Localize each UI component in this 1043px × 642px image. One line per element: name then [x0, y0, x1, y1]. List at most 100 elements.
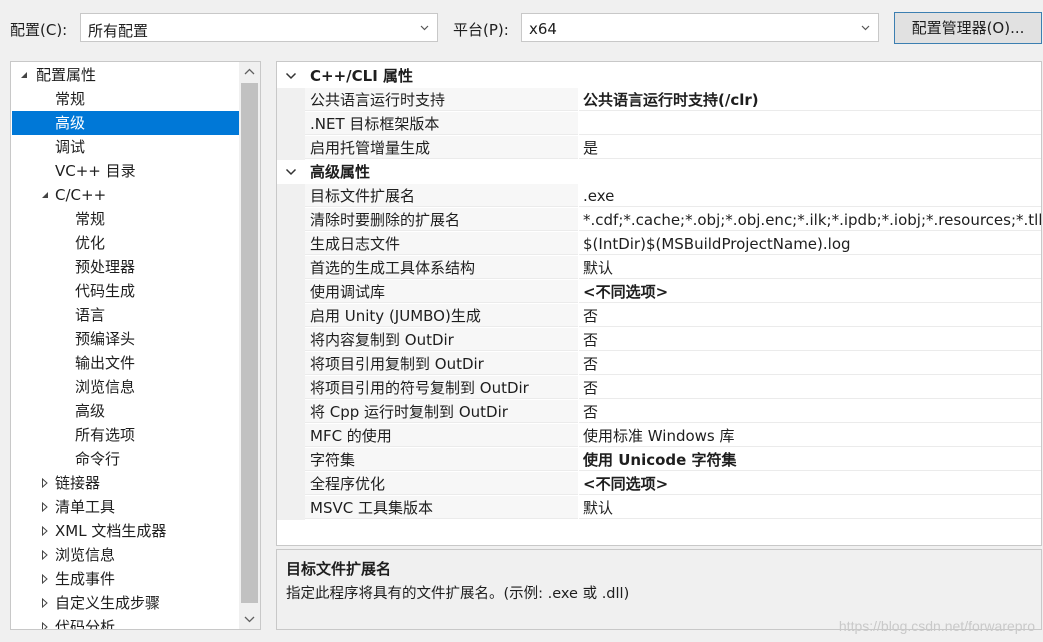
property-value[interactable]: [579, 112, 1041, 135]
tree-item[interactable]: 调试: [12, 135, 239, 159]
collapsed-arrow-icon[interactable]: [39, 591, 51, 615]
property-value[interactable]: 使用 Unicode 字符集: [579, 448, 1041, 471]
collapsed-arrow-icon[interactable]: [39, 495, 51, 519]
property-tree: 配置属性 常规 高级 调试 VC++ 目录 C/C++ 常规 优化 预处理器 代码生成 语言 预编译头…: [10, 61, 261, 630]
tree-item[interactable]: 配置属性: [12, 63, 239, 87]
tree-item[interactable]: 浏览信息: [12, 375, 239, 399]
row-gutter: [277, 448, 305, 472]
tree-item[interactable]: 常规: [12, 87, 239, 111]
tree-item[interactable]: 输出文件: [12, 351, 239, 375]
tree-scrollbar[interactable]: [239, 62, 260, 629]
tree-item[interactable]: 命令行: [12, 447, 239, 471]
tree-item-label: 所有选项: [75, 426, 136, 444]
property-row[interactable]: 启用托管增量生成是: [277, 136, 1041, 160]
tree-item-label: 命令行: [75, 450, 121, 468]
tree-item-label: XML 文档生成器: [55, 522, 167, 540]
property-row[interactable]: 启用 Unity (JUMBO)生成否: [277, 304, 1041, 328]
property-value[interactable]: *.cdf;*.cache;*.obj;*.obj.enc;*.ilk;*.ip…: [579, 208, 1041, 231]
property-value[interactable]: 是: [579, 136, 1041, 159]
config-select[interactable]: 所有配置: [80, 13, 438, 42]
tree-item-label: 高级: [55, 114, 86, 132]
expanded-arrow-icon[interactable]: [39, 183, 51, 207]
tree-item-label: C/C++: [55, 186, 107, 204]
collapsed-arrow-icon[interactable]: [39, 543, 51, 567]
property-row[interactable]: MFC 的使用 使用标准 Windows 库: [277, 424, 1041, 448]
collapsed-arrow-icon[interactable]: [39, 567, 51, 591]
property-row[interactable]: 使用调试库 <不同选项>: [277, 280, 1041, 304]
tree-item[interactable]: XML 文档生成器: [12, 519, 239, 543]
tree-item-label: 代码生成: [75, 282, 136, 300]
configuration-manager-button[interactable]: 配置管理器(O)...: [894, 12, 1042, 44]
property-row[interactable]: 生成日志文件 $(IntDir)$(MSBuildProjectName).log: [277, 232, 1041, 256]
property-row[interactable]: 字符集 使用 Unicode 字符集: [277, 448, 1041, 472]
property-row[interactable]: 将项目引用复制到 OutDir 否: [277, 352, 1041, 376]
property-row[interactable]: .NET 目标框架版本: [277, 112, 1041, 136]
collapsed-arrow-icon[interactable]: [39, 615, 51, 630]
property-row[interactable]: 目标文件扩展名 .exe: [277, 184, 1041, 208]
tree-item-label: 自定义生成步骤: [55, 594, 161, 612]
tree-item[interactable]: 自定义生成步骤: [12, 591, 239, 615]
section-header[interactable]: 高级属性: [277, 160, 1041, 184]
property-row[interactable]: 首选的生成工具体系结构 默认: [277, 256, 1041, 280]
tree-item-label: 优化: [75, 234, 106, 252]
property-name: 启用托管增量生成: [305, 136, 578, 159]
property-value[interactable]: 否: [579, 352, 1041, 375]
property-value[interactable]: <不同选项>: [579, 472, 1041, 495]
tree-item[interactable]: 语言: [12, 303, 239, 327]
property-name: 目标文件扩展名: [305, 184, 578, 207]
property-row[interactable]: 将 Cpp 运行时复制到 OutDir 否: [277, 400, 1041, 424]
property-row[interactable]: 将内容复制到 OutDir 否: [277, 328, 1041, 352]
tree-item[interactable]: 高级: [12, 111, 239, 135]
property-value[interactable]: 默认: [579, 256, 1041, 279]
tree-item[interactable]: 链接器: [12, 471, 239, 495]
watermark: https://blog.csdn.net/forwarepro: [838, 618, 1035, 634]
tree-item-label: 代码分析: [55, 618, 116, 630]
property-value[interactable]: <不同选项>: [579, 280, 1041, 303]
property-value[interactable]: 使用标准 Windows 库: [579, 424, 1041, 447]
platform-select[interactable]: x64: [521, 13, 879, 42]
property-row[interactable]: MSVC 工具集版本 默认: [277, 496, 1041, 520]
property-value[interactable]: 默认: [579, 496, 1041, 519]
tree-item[interactable]: 生成事件: [12, 567, 239, 591]
row-gutter: [277, 232, 305, 256]
section-header[interactable]: C++/CLI 属性: [277, 64, 1041, 88]
collapsed-arrow-icon[interactable]: [39, 519, 51, 543]
property-name: .NET 目标框架版本: [305, 112, 578, 135]
tree-item-label: VC++ 目录: [55, 162, 136, 180]
tree-item[interactable]: 高级: [12, 399, 239, 423]
property-value[interactable]: 否: [579, 304, 1041, 327]
property-value[interactable]: 否: [579, 328, 1041, 351]
property-value[interactable]: $(IntDir)$(MSBuildProjectName).log: [579, 232, 1041, 255]
section-title: C++/CLI 属性: [310, 67, 413, 85]
platform-label: 平台(P):: [453, 21, 509, 39]
property-row[interactable]: 公共语言运行时支持 公共语言运行时支持(/clr): [277, 88, 1041, 112]
property-value[interactable]: 公共语言运行时支持(/clr): [579, 88, 1041, 111]
property-row[interactable]: 清除时要删除的扩展名 *.cdf;*.cache;*.obj;*.obj.enc;…: [277, 208, 1041, 232]
scroll-up-icon[interactable]: [239, 62, 260, 82]
property-row[interactable]: 全程序优化 <不同选项>: [277, 472, 1041, 496]
tree-item[interactable]: 优化: [12, 231, 239, 255]
tree-item[interactable]: 所有选项: [12, 423, 239, 447]
scroll-down-icon[interactable]: [239, 609, 260, 629]
scrollbar-thumb[interactable]: [241, 83, 258, 603]
chevron-down-icon[interactable]: [285, 167, 297, 177]
property-value[interactable]: 否: [579, 376, 1041, 399]
tree-item[interactable]: 预处理器: [12, 255, 239, 279]
chevron-down-icon[interactable]: [285, 71, 297, 81]
tree-item[interactable]: 浏览信息: [12, 543, 239, 567]
row-gutter: [277, 280, 305, 304]
tree-item[interactable]: 清单工具: [12, 495, 239, 519]
collapsed-arrow-icon[interactable]: [39, 471, 51, 495]
tree-item[interactable]: VC++ 目录: [12, 159, 239, 183]
chevron-down-icon: [420, 25, 429, 31]
property-row[interactable]: 将项目引用的符号复制到 OutDir 否: [277, 376, 1041, 400]
expanded-arrow-icon[interactable]: [18, 63, 30, 87]
tree-item[interactable]: 代码生成: [12, 279, 239, 303]
tree-item[interactable]: 代码分析: [12, 615, 239, 630]
row-gutter: [277, 472, 305, 496]
tree-item[interactable]: 预编译头: [12, 327, 239, 351]
property-value[interactable]: .exe: [579, 184, 1041, 207]
tree-item[interactable]: C/C++: [12, 183, 239, 207]
property-value[interactable]: 否: [579, 400, 1041, 423]
tree-item[interactable]: 常规: [12, 207, 239, 231]
